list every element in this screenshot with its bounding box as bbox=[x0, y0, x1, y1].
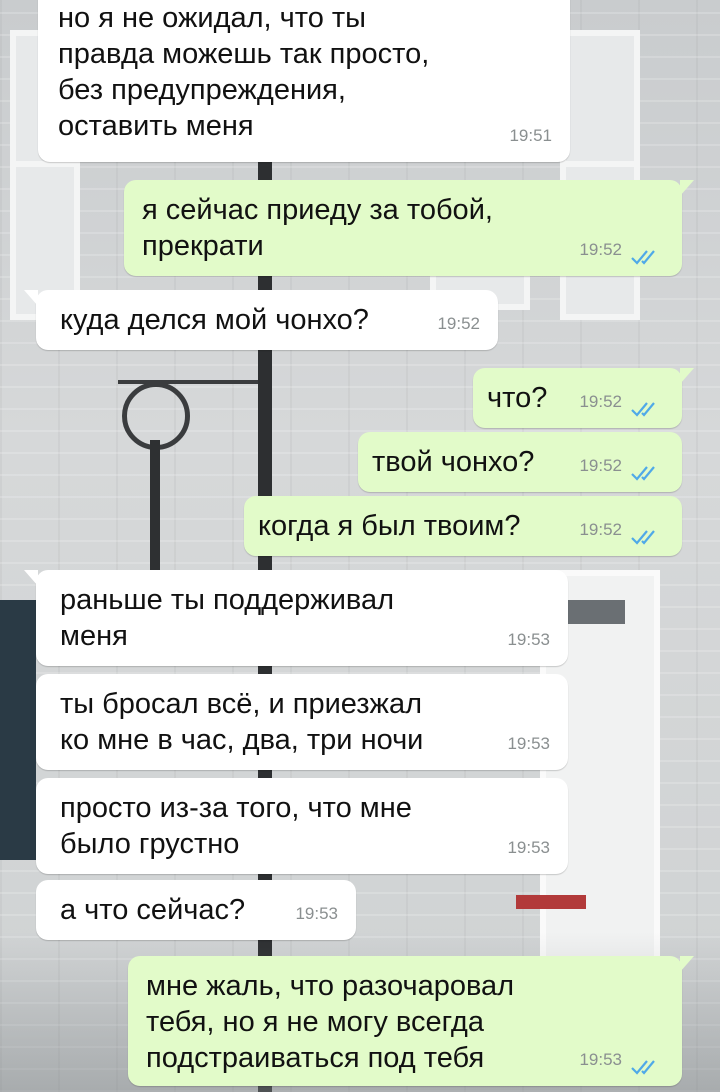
message-time: 19:52 bbox=[437, 314, 480, 333]
message-bubble-outgoing[interactable]: мне жаль, что разочаровал тебя, но я не … bbox=[128, 956, 694, 1086]
message-bubble-incoming[interactable]: ты бросал всё, и приезжал ко мне в час, … bbox=[36, 674, 568, 770]
message-time: 19:52 bbox=[579, 456, 622, 475]
bubble-tail bbox=[24, 570, 38, 586]
message-bubble-outgoing[interactable]: что? 19:52 bbox=[473, 368, 694, 428]
message-bubble-incoming[interactable]: раньше ты поддерживал меня 19:53 bbox=[24, 570, 568, 666]
bubble-tail bbox=[24, 290, 38, 306]
message-bubble-incoming[interactable]: куда делся мой чонхо? 19:52 bbox=[24, 290, 498, 350]
message-time: 19:53 bbox=[295, 904, 338, 923]
double-check-read-icon bbox=[631, 250, 655, 265]
message-bubble-outgoing[interactable]: твой чонхо? 19:52 bbox=[358, 432, 682, 492]
background-window bbox=[560, 30, 640, 320]
message-bubble-outgoing[interactable]: я сейчас приеду за тобой, прекрати 19:52 bbox=[124, 180, 694, 276]
message-text: ты бросал всё, и приезжал ко мне в час, … bbox=[60, 688, 424, 756]
message-time: 19:53 bbox=[507, 734, 550, 753]
bubble-tail bbox=[680, 180, 694, 196]
background-plate bbox=[516, 895, 586, 909]
double-check-read-icon bbox=[631, 530, 655, 545]
message-time: 19:51 bbox=[509, 126, 552, 145]
message-bubble-incoming[interactable]: а что сейчас? 19:53 bbox=[36, 880, 356, 940]
background-door-window bbox=[565, 600, 625, 624]
message-bubble-outgoing[interactable]: когда я был твоим? 19:52 bbox=[244, 496, 682, 556]
double-check-read-icon bbox=[631, 402, 655, 417]
message-time: 19:52 bbox=[579, 392, 622, 411]
message-text: куда делся мой чонхо? bbox=[60, 304, 369, 336]
background-dark-window bbox=[0, 600, 36, 860]
bubble-tail bbox=[680, 368, 694, 384]
message-time: 19:52 bbox=[579, 520, 622, 539]
message-time: 19:53 bbox=[507, 838, 550, 857]
message-bubble-incoming[interactable]: просто из-за того, что мне было грустно … bbox=[36, 778, 568, 874]
lamp-post bbox=[150, 440, 160, 590]
message-bubble-incoming[interactable]: но я не ожидал, что ты правда можешь так… bbox=[38, 0, 570, 162]
message-text: но я не ожидал, что ты правда можешь так… bbox=[58, 2, 430, 142]
bubble-tail bbox=[680, 956, 694, 972]
message-time: 19:53 bbox=[579, 1050, 622, 1069]
message-time: 19:52 bbox=[579, 240, 622, 259]
message-text: просто из-за того, что мне было грустно bbox=[60, 792, 412, 860]
double-check-read-icon bbox=[631, 466, 655, 481]
double-check-read-icon bbox=[631, 1060, 655, 1075]
message-time: 19:53 bbox=[507, 630, 550, 649]
message-text: раньше ты поддерживал меня bbox=[60, 584, 395, 652]
